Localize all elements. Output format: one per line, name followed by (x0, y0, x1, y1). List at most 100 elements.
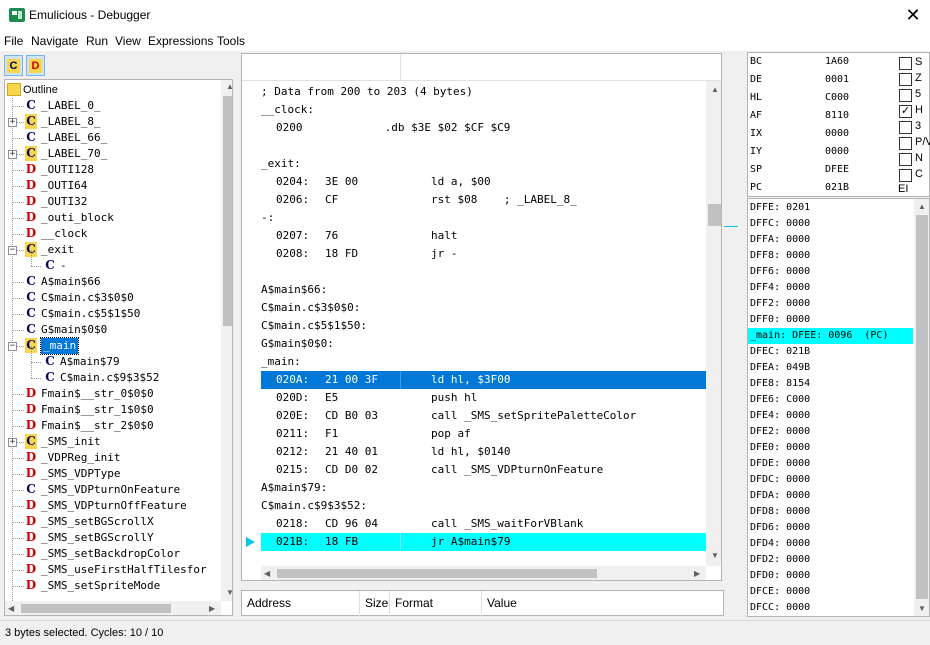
menu-navigate[interactable]: Navigate (31, 34, 78, 48)
register-value[interactable]: 021B (825, 179, 849, 197)
register-value[interactable]: 1A60 (825, 53, 849, 71)
outline-item[interactable]: D Fmain$__str_1$0$0 (5, 402, 221, 418)
scroll-down-arrow-icon[interactable]: ▼ (918, 604, 926, 613)
flag-checkbox[interactable] (899, 57, 912, 70)
outline-item[interactable]: C C$main.c$5$1$50 (5, 306, 221, 322)
outline-horizontal-scrollbar[interactable]: ◀ ▶ (5, 601, 221, 615)
outline-item[interactable]: D __clock (5, 226, 221, 242)
watch-column-value[interactable]: Value (482, 591, 725, 616)
scroll-right-arrow-icon[interactable]: ▶ (209, 604, 215, 613)
register-value[interactable]: 0001 (825, 71, 849, 89)
outline-item[interactable]: C _LABEL_0_ (5, 98, 221, 114)
outline-item[interactable]: D Fmain$__str_2$0$0 (5, 418, 221, 434)
outline-item[interactable]: D _OUTI32 (5, 194, 221, 210)
scroll-up-arrow-icon[interactable]: ▲ (226, 82, 232, 91)
stack-row[interactable]: DFF8: 0000 (748, 248, 913, 264)
stack-view[interactable]: DFFE: 0201 DFFC: 0000 DFFA: 0000 DFF8: 0000… (747, 198, 930, 617)
outline-item[interactable]: D _SMS_setBackdropColor (5, 546, 221, 562)
expand-icon[interactable]: + (8, 150, 17, 159)
stack-row[interactable]: DFE2: 0000 (748, 424, 913, 440)
flag-checkbox[interactable]: ✓ (899, 105, 912, 118)
collapse-icon[interactable]: − (8, 246, 17, 255)
flag-checkbox[interactable] (899, 153, 912, 166)
stack-row[interactable]: DFF4: 0000 (748, 280, 913, 296)
code-line-current-pc[interactable]: 021B: 18 FB jr A$main$79 (261, 533, 706, 551)
register-value[interactable]: DFEE (825, 161, 849, 179)
stack-row[interactable]: DFF0: 0000 (748, 312, 913, 328)
outline-item[interactable]: D _SMS_useFirstHalfTilesfor (5, 562, 221, 578)
outline-item[interactable]: D _SMS_VDPturnOffFeature (5, 498, 221, 514)
stack-row[interactable]: DFCE: 0000 (748, 584, 913, 600)
outline-item[interactable]: C _SMS_VDPturnOnFeature (5, 482, 221, 498)
menu-view[interactable]: View (115, 34, 141, 48)
register-pc[interactable]: PC 021B (748, 179, 898, 197)
watch-column-address[interactable]: Address (242, 591, 360, 616)
scroll-down-arrow-icon[interactable]: ▼ (711, 551, 719, 560)
outline-item[interactable]: + C _LABEL_8_ (5, 114, 221, 130)
outline-vertical-scrollbar[interactable]: ▲ ▼ (221, 80, 232, 601)
outline-item[interactable]: D _SMS_setBGScrollY (5, 530, 221, 546)
scroll-thumb[interactable] (21, 604, 171, 613)
outline-item[interactable]: C G$main$0$0 (5, 322, 221, 338)
watch-column-size[interactable]: Size (360, 591, 390, 616)
outline-item[interactable]: C _LABEL_66_ (5, 130, 221, 146)
outline-item[interactable]: D _OUTI64 (5, 178, 221, 194)
outline-item[interactable]: D _SMS_setSpriteMode (5, 578, 221, 594)
outline-item[interactable]: D _SMS_setBGScrollX (5, 514, 221, 530)
code-horizontal-scrollbar[interactable]: ◀ ▶ (261, 566, 706, 580)
expand-icon[interactable]: + (8, 118, 17, 127)
register-value[interactable]: 0000 (825, 125, 849, 143)
code-vertical-scrollbar[interactable]: ▲ ▼ (706, 81, 721, 566)
collapse-icon[interactable]: − (8, 342, 17, 351)
outline-item[interactable]: − C _exit (5, 242, 221, 258)
register-af[interactable]: AF 8110 (748, 107, 898, 125)
menu-file[interactable]: File (4, 34, 23, 48)
stack-row[interactable]: DFE8: 8154 (748, 376, 913, 392)
stack-row[interactable]: DFF2: 0000 (748, 296, 913, 312)
stack-row[interactable]: DFCC: 0000 (748, 600, 913, 616)
flag-checkbox[interactable] (899, 73, 912, 86)
outline-item[interactable]: + C _LABEL_70_ (5, 146, 221, 162)
stack-row[interactable]: DFD6: 0000 (748, 520, 913, 536)
register-ix[interactable]: IX 0000 (748, 125, 898, 143)
outline-item[interactable]: C C$main.c$3$0$0 (5, 290, 221, 306)
register-sp[interactable]: SP DFEE (748, 161, 898, 179)
scroll-left-arrow-icon[interactable]: ◀ (8, 604, 14, 613)
stack-row[interactable]: DFDC: 0000 (748, 472, 913, 488)
stack-row[interactable]: DFFE: 0201 (748, 200, 913, 216)
flag-checkbox[interactable] (899, 169, 912, 182)
scroll-up-arrow-icon[interactable]: ▲ (918, 202, 926, 211)
watch-table[interactable]: Address Size Format Value (241, 590, 724, 616)
outline-item[interactable]: + C _SMS_init (5, 434, 221, 450)
outline-item[interactable]: D Fmain$__str_0$0$0 (5, 386, 221, 402)
outline-item[interactable]: C- (5, 250, 221, 274)
stack-row[interactable]: DFD0: 0000 (748, 568, 913, 584)
stack-row[interactable]: DFF6: 0000 (748, 264, 913, 280)
outline-item[interactable]: C A$main$66 (5, 274, 221, 290)
stack-row[interactable]: DFD2: 0000 (748, 552, 913, 568)
watch-column-format[interactable]: Format (390, 591, 482, 616)
stack-row[interactable]: DFDA: 0000 (748, 488, 913, 504)
scroll-thumb[interactable] (916, 215, 928, 599)
flag-checkbox[interactable] (899, 137, 912, 150)
stack-row[interactable]: DFD8: 0000 (748, 504, 913, 520)
stack-vertical-scrollbar[interactable]: ▲ ▼ (914, 199, 929, 616)
stack-row[interactable]: DFFA: 0000 (748, 232, 913, 248)
stack-row[interactable]: DFFC: 0000 (748, 216, 913, 232)
flag-checkbox[interactable] (899, 89, 912, 102)
outline-item[interactable]: D _VDPReg_init (5, 450, 221, 466)
scroll-down-arrow-icon[interactable]: ▼ (226, 588, 232, 597)
stack-row[interactable]: DFEA: 049B (748, 360, 913, 376)
scroll-thumb[interactable] (223, 96, 232, 326)
outline-item[interactable]: C C$main.c$9$3$52 (5, 362, 221, 386)
show-code-toggle[interactable]: C (4, 55, 23, 76)
outline-item[interactable]: D _SMS_VDPType (5, 466, 221, 482)
register-bc[interactable]: BC 1A60 (748, 53, 898, 71)
stack-row[interactable]: DFEC: 021B (748, 344, 913, 360)
outline-item[interactable]: − C _main (5, 337, 221, 355)
menu-run[interactable]: Run (86, 34, 108, 48)
register-hl[interactable]: HL C000 (748, 89, 898, 107)
scroll-up-arrow-icon[interactable]: ▲ (711, 85, 719, 94)
scroll-right-arrow-icon[interactable]: ▶ (694, 569, 700, 578)
register-value[interactable]: 0000 (825, 143, 849, 161)
